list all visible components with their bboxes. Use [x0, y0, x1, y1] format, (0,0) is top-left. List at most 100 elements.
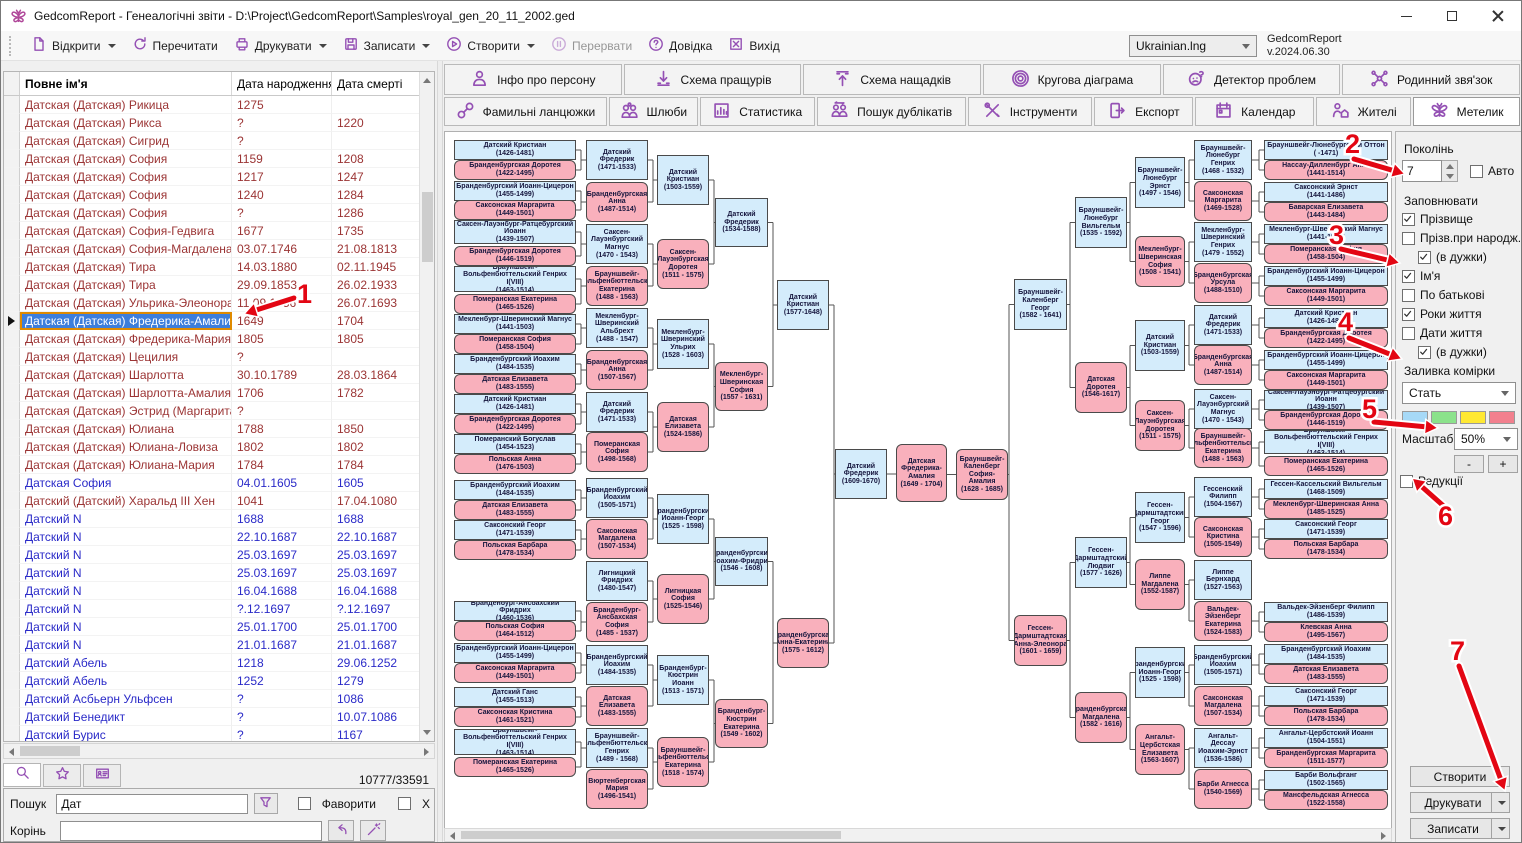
cell-birthdate[interactable]: 16.04.1688	[232, 582, 332, 600]
person-box[interactable]: Бранденбургский Иоахим(1484-1535)	[586, 645, 648, 685]
create-button[interactable]: Створити	[1410, 766, 1510, 787]
person-box[interactable]: Нассау-Дилленбург Анна(1441-1514)	[1264, 160, 1388, 180]
table-row[interactable]: Датская (Датская) Тира29.09.185326.02.19…	[4, 276, 434, 294]
person-box[interactable]: Датский Кристиан(1503-1559)	[1135, 320, 1185, 371]
person-box[interactable]: Брауншвейг-Вольфенбюттельская Екатерина(…	[1194, 428, 1252, 468]
person-box[interactable]: Мансфельдская Агнесса(1522-1558)	[1264, 790, 1388, 810]
person-box[interactable]: Бранденбургская Доротея(1422-1495)	[454, 414, 576, 434]
person-box[interactable]: Мекленбург-Шверинская София(1557 - 1631)	[715, 362, 768, 411]
person-box[interactable]: Саксен-Лауэнбургская Доротея(1511 - 1575…	[657, 239, 709, 289]
magic-wand-button[interactable]	[360, 820, 386, 841]
person-box[interactable]: Мекленбург-Шверинская София(1508 - 1541)	[1135, 236, 1185, 287]
cell-deathdate[interactable]: 1286	[332, 204, 421, 222]
cell-deathdate[interactable]: 1167	[332, 726, 421, 742]
play-toolbar-button[interactable]: Створити	[438, 33, 543, 58]
person-box[interactable]: Бранденбургская Урсула(1488-1510)	[1194, 263, 1252, 303]
reduction-checkbox[interactable]	[1400, 475, 1413, 488]
person-box[interactable]: Датская Елизавета(1483-1555)	[454, 374, 576, 394]
refresh-toolbar-button[interactable]: Перечитати	[124, 33, 226, 58]
tab-export[interactable]: Експорт	[1094, 97, 1193, 126]
fill-option-checkbox[interactable]	[1402, 308, 1415, 321]
tab-marriage[interactable]: Шлюби	[609, 97, 698, 126]
tab-resident[interactable]: Жителі	[1316, 97, 1411, 126]
cell-fullname[interactable]: Датская (Датская) Фредерика-Мария	[20, 330, 232, 348]
person-box[interactable]: Мекленбург-Шверинский Альбрехт(1488 - 15…	[586, 308, 648, 348]
person-box[interactable]: Бранденбург-Ансбахская София(1485 - 1537…	[586, 602, 648, 642]
cell-fullname[interactable]: Датская (Датская) Цецилия	[20, 348, 232, 366]
tab-person-card[interactable]	[83, 764, 121, 787]
cell-birthdate[interactable]: 14.03.1880	[232, 258, 332, 276]
person-box[interactable]: Барби Вольфганг(1502-1565)	[1264, 770, 1388, 790]
person-box[interactable]: Липпе Бернхард(1527-1563)	[1194, 560, 1252, 600]
person-box[interactable]: Померанская София(1458-1504)	[454, 334, 576, 354]
person-box[interactable]: Бранденбургская Анна(1507-1567)	[586, 350, 648, 390]
person-box[interactable]: Саксонский Георг(1471-1539)	[1264, 686, 1388, 706]
cell-deathdate[interactable]: 1688	[332, 510, 421, 528]
tab-dup[interactable]: Пошук дублікатів	[817, 97, 966, 126]
person-box[interactable]: Бранденбургский Иоахим-Фридрих(1546 - 16…	[715, 537, 768, 586]
root-input[interactable]	[60, 821, 322, 841]
cell-deathdate[interactable]: 29.06.1252	[332, 654, 421, 672]
person-box[interactable]: Брауншвейг-Вольфенбюттельский Генрих(148…	[586, 728, 648, 768]
cell-deathdate[interactable]: 1086	[332, 690, 421, 708]
tab-person[interactable]: Інфо про персону	[444, 64, 622, 95]
document-toolbar-button[interactable]: Відкрити	[23, 33, 124, 58]
person-box[interactable]: Мекленбург-Шверинский Генрих(1479 - 1552…	[1194, 222, 1252, 262]
person-box[interactable]: Датская Фредерика-Амалия(1649 - 1704)	[896, 444, 947, 502]
scrollbar-thumb[interactable]	[20, 746, 80, 756]
cell-fullname[interactable]: Датский N	[20, 582, 232, 600]
zoom-in-button[interactable]: +	[1488, 455, 1518, 473]
cell-deathdate[interactable]: 1735	[332, 222, 421, 240]
person-box[interactable]: Саксонская Кристина(1505-1549)	[1194, 517, 1252, 557]
cell-fullname[interactable]: Датская (Датская) Сигрид	[20, 132, 232, 150]
cell-deathdate[interactable]: 26.07.1693	[332, 294, 421, 312]
cell-fullname[interactable]: Датский N	[20, 564, 232, 582]
person-box[interactable]: Саксонская Магдалена(1507-1534)	[586, 519, 648, 559]
scrollbar-thumb[interactable]	[422, 192, 433, 262]
cell-fullname[interactable]: Датская (Датская) Тира	[20, 258, 232, 276]
person-box[interactable]: Бранденбургский Иоахим(1484-1535)	[1264, 644, 1388, 664]
cell-fullname[interactable]: Датская (Датская) Фредерика-Амалия	[20, 312, 232, 330]
person-box[interactable]: Датский Кристиан(1503-1559)	[657, 155, 709, 205]
cell-birthdate[interactable]: ?	[232, 114, 332, 132]
cell-fullname[interactable]: Датская (Датская) Юлиана-Ловиза	[20, 438, 232, 456]
color-swatch[interactable]	[1460, 411, 1486, 424]
cell-fullname[interactable]: Датская (Датская) София-Магдалена	[20, 240, 232, 258]
cell-fullname[interactable]: Датский Бенедикт	[20, 708, 232, 726]
person-box[interactable]: Гессен-Кассельский Вильгельм(1468-1509)	[1264, 479, 1388, 499]
cell-deathdate[interactable]: 1284	[332, 186, 421, 204]
cell-fullname[interactable]: Датская (Датская) Тира	[20, 276, 232, 294]
cell-deathdate[interactable]: ?.12.1697	[332, 600, 421, 618]
cell-birthdate[interactable]: 25.03.1697	[232, 546, 332, 564]
person-box[interactable]: Бранденбургский Иоанн-Цицерон(1455-1499)	[1264, 266, 1388, 286]
person-box[interactable]: Брауншвейг-Каленберг Георг(1582 - 1641)	[1014, 279, 1067, 330]
cell-fullname[interactable]: Датская София	[20, 474, 232, 492]
person-box[interactable]: Бранденбургская Маргарита(1511-1577)	[1264, 748, 1388, 768]
person-box[interactable]: Брауншвейг-Люнебург Эрнст(1497 - 1546)	[1135, 157, 1185, 208]
table-row[interactable]: Датский Абель12521279	[4, 672, 434, 690]
cell-birthdate[interactable]: 1688	[232, 510, 332, 528]
person-box[interactable]: Бранденбург-Кюстрин Екатерина(1549 - 160…	[715, 699, 768, 748]
zoom-out-button[interactable]: -	[1454, 455, 1484, 473]
person-box[interactable]: Саксен-Лауэнбург-Ратцебургский Иоанн(143…	[454, 220, 576, 244]
cell-deathdate[interactable]: 21.08.1813	[332, 240, 421, 258]
person-box[interactable]: Брауншвейг-Вольфенбюттельский Генрих I(V…	[1264, 430, 1388, 454]
person-box[interactable]: Бранденбургская Магдалена(1582 - 1616)	[1075, 692, 1127, 743]
cell-fullname[interactable]: Датский Абель	[20, 672, 232, 690]
table-row[interactable]: Датская (Датская) София11591208	[4, 150, 434, 168]
cell-deathdate[interactable]: 1850	[332, 420, 421, 438]
table-row[interactable]: Датский (Датский) Харальд III Хен104117.…	[4, 492, 434, 510]
cell-deathdate[interactable]: 25.03.1697	[332, 546, 421, 564]
person-box[interactable]: Вальдек-Эйзенберг Филипп(1486-1539)	[1264, 602, 1388, 622]
person-box[interactable]: Саксонский Георг(1471-1539)	[454, 520, 576, 540]
cell-birthdate[interactable]: ?	[232, 708, 332, 726]
person-box[interactable]: Липпе Магдалена(1552-1587)	[1135, 559, 1185, 610]
table-row[interactable]: Датская (Датская) Ульрика-Элеонора11.09.…	[4, 294, 434, 312]
table-row[interactable]: Датская (Датская) Шарлотта-Амалия1706178…	[4, 384, 434, 402]
person-box[interactable]: Брауншвейг-Люнебургский Оттон( -1471)	[1264, 140, 1388, 160]
cell-birthdate[interactable]: 30.10.1789	[232, 366, 332, 384]
tab-search[interactable]	[3, 763, 41, 787]
fill-option-checkbox[interactable]	[1402, 213, 1415, 226]
person-box[interactable]: Померанская Екатерина(1465-1526)	[454, 294, 576, 314]
table-row[interactable]: Датский N?.12.1697?.12.1697	[4, 600, 434, 618]
